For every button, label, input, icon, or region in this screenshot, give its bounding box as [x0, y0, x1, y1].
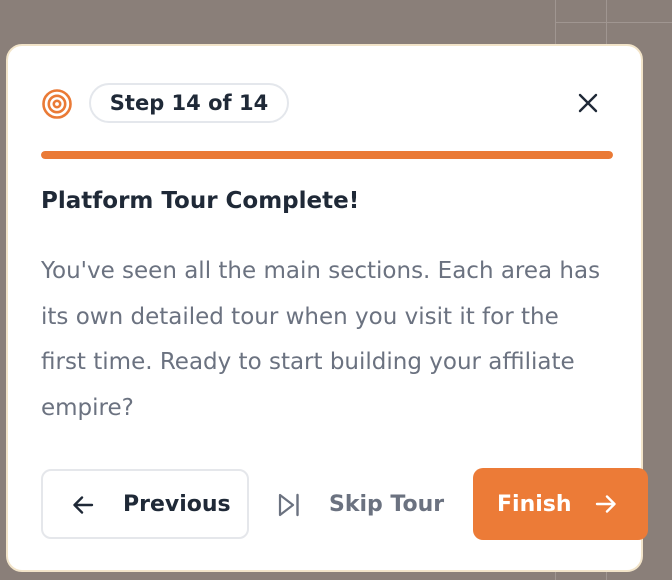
background-divider	[555, 22, 672, 23]
tour-description: You've seen all the main sections. Each …	[41, 258, 601, 421]
finish-button[interactable]: Finish	[473, 468, 648, 540]
tour-title: Platform Tour Complete!	[41, 188, 360, 214]
close-icon	[578, 93, 598, 113]
tour-dialog: Step 14 of 14 Platform Tour Complete! Yo…	[6, 44, 648, 572]
previous-button[interactable]: Previous	[41, 469, 249, 539]
skip-tour-button[interactable]: Skip Tour	[270, 474, 448, 534]
target-icon	[42, 89, 72, 119]
previous-button-label: Previous	[123, 491, 231, 517]
step-counter-badge: Step 14 of 14	[89, 83, 289, 123]
skip-forward-icon	[278, 493, 299, 517]
close-button[interactable]	[573, 88, 603, 118]
tour-progress-fill	[41, 151, 613, 159]
arrow-left-icon	[73, 496, 94, 514]
tour-progress-bar	[41, 151, 613, 159]
step-counter-label: Step 14 of 14	[109, 91, 269, 115]
arrow-right-icon	[595, 495, 616, 513]
finish-button-label: Finish	[497, 491, 572, 517]
skip-tour-label: Skip Tour	[329, 491, 445, 517]
